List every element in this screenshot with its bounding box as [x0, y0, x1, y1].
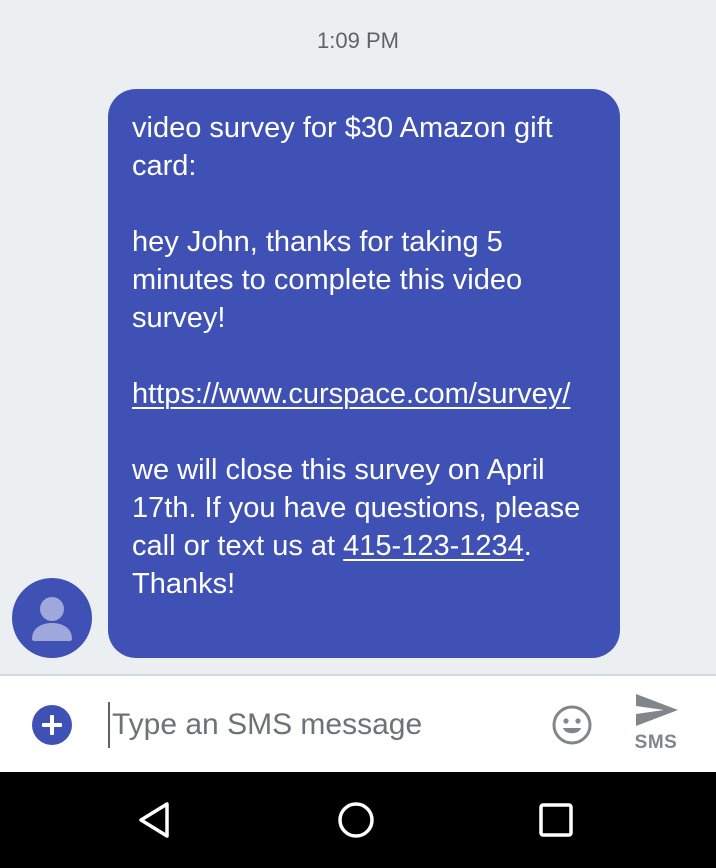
emoji-button[interactable] — [551, 704, 593, 746]
nav-back-button[interactable] — [136, 800, 176, 840]
add-attachment-button[interactable] — [32, 705, 72, 745]
home-circle-icon — [338, 802, 374, 838]
phone-link[interactable]: 415-123-1234 — [343, 530, 524, 562]
send-icon — [636, 694, 678, 726]
sms-message-input[interactable] — [108, 702, 528, 748]
system-navigation-bar — [0, 772, 716, 868]
message-paragraph-1: video survey for $30 Amazon gift card: — [132, 112, 553, 182]
message-paragraph-2: hey John, thanks for taking 5 minutes to… — [132, 226, 523, 334]
emoji-icon — [552, 705, 592, 745]
nav-recent-apps-button[interactable] — [536, 800, 576, 840]
messaging-screen: 1:09 PM video survey for $30 Amazon gift… — [0, 0, 716, 868]
send-sms-button[interactable]: SMS — [626, 690, 686, 764]
back-triangle-icon — [139, 802, 169, 838]
conversation-view[interactable]: 1:09 PM video survey for $30 Amazon gift… — [0, 0, 716, 674]
message-composer: SMS — [0, 676, 716, 772]
survey-link[interactable]: https://www.curspace.com/survey/ — [132, 378, 570, 410]
contact-avatar[interactable] — [12, 578, 92, 658]
message-paragraph-link: https://www.curspace.com/survey/ — [132, 375, 598, 413]
message-paragraph-3: we will close this survey on April 17th.… — [132, 451, 598, 603]
send-sms-label: SMS — [634, 732, 678, 753]
plus-icon — [42, 715, 62, 735]
nav-home-button[interactable] — [336, 800, 376, 840]
message-timestamp: 1:09 PM — [317, 28, 399, 53]
message-bubble[interactable]: video survey for $30 Amazon gift card: h… — [108, 89, 620, 658]
recent-apps-square-icon — [539, 803, 573, 837]
person-icon — [32, 597, 72, 641]
